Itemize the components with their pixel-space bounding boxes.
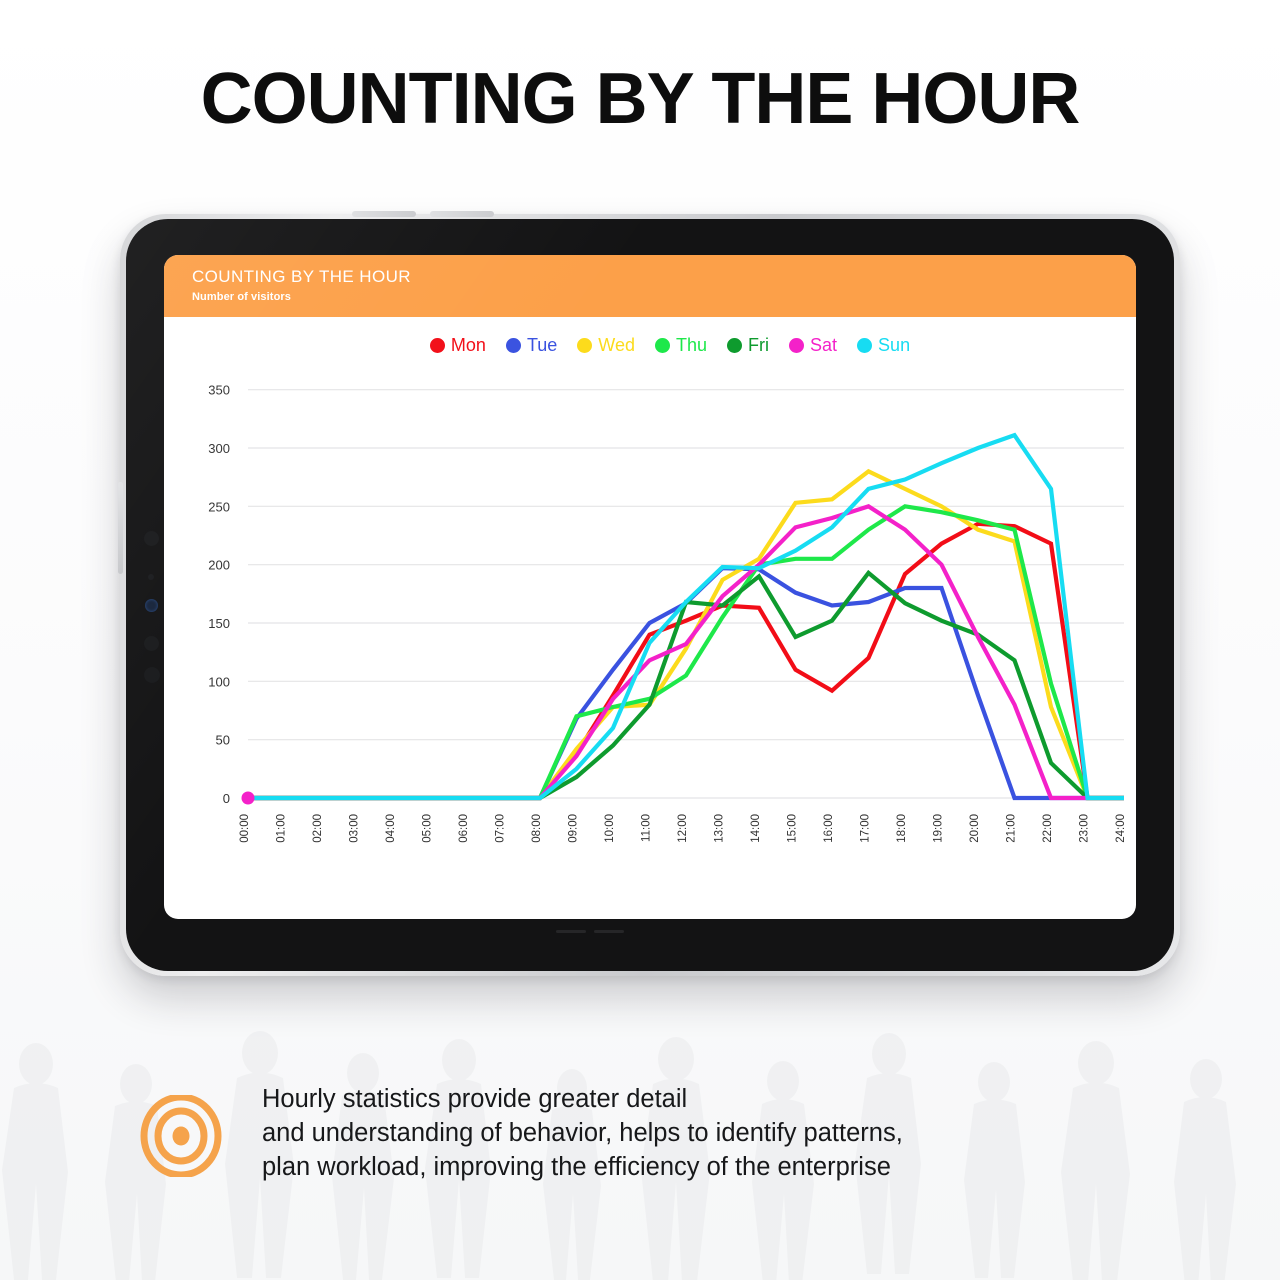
legend-item-fri[interactable]: Fri: [727, 335, 769, 356]
proximity-sensor-icon: [144, 667, 160, 683]
x-axis-tick-label: 06:00: [458, 814, 470, 843]
y-axis-tick-label: 350: [208, 383, 230, 398]
x-axis-tick-label: 09:00: [568, 814, 580, 843]
tablet-screen: COUNTING BY THE HOUR Number of visitors …: [164, 255, 1136, 919]
ambient-sensor-icon: [148, 574, 154, 580]
x-axis-tick-label: 04:00: [385, 814, 397, 843]
legend-item-label: Wed: [598, 335, 635, 355]
footer-caption: Hourly statistics provide greater detail…: [262, 1085, 903, 1181]
legend-item-label: Thu: [675, 335, 708, 355]
tablet-volume-down-button[interactable]: [430, 211, 494, 217]
x-axis-tick-label: 00:00: [239, 814, 251, 843]
target-bullseye-icon: [140, 1095, 222, 1177]
x-axis-tick-label: 19:00: [933, 814, 945, 843]
legend-swatch-icon: [577, 338, 593, 353]
x-axis-tick-label: 20:00: [969, 814, 981, 843]
depth-sensor-icon: [144, 636, 159, 651]
chart-legend: Mon Tue Wed Thu Fri Sat Sun: [164, 317, 1136, 356]
chart-card-header: COUNTING BY THE HOUR Number of visitors: [164, 255, 1136, 317]
x-axis-tick-label: 23:00: [1079, 814, 1091, 843]
tablet-device: COUNTING BY THE HOUR Number of visitors …: [118, 211, 1180, 976]
legend-item-label: Tue: [526, 335, 558, 355]
legend-swatch-icon: [429, 338, 445, 353]
x-axis-tick-label: 11:00: [641, 814, 653, 842]
x-axis-tick-label: 17:00: [860, 814, 872, 843]
x-axis-tick-label: 24:00: [1115, 814, 1127, 843]
legend-swatch-icon: [789, 338, 805, 353]
page-title: COUNTING BY THE HOUR: [200, 59, 1081, 139]
front-camera-icon: [144, 531, 159, 546]
chart-plot-area: 0 50 100 150 200 250 300 350 00:00 01:00 02:00 03:0…: [164, 356, 1136, 916]
series-line-sun[interactable]: [248, 432, 1124, 801]
legend-item-sun[interactable]: Sun: [857, 335, 910, 356]
legend-item-label: Fri: [748, 335, 770, 355]
x-axis-tick-label: 10:00: [604, 814, 616, 843]
speaker-grille-right-icon: [594, 930, 624, 933]
legend-item-thu[interactable]: Thu: [654, 335, 708, 356]
y-axis-tick-label: 300: [208, 441, 230, 456]
legend-swatch-icon: [727, 338, 743, 353]
tablet-volume-up-button[interactable]: [352, 211, 416, 217]
y-axis-tick-label: 250: [208, 499, 230, 514]
chart-card-subtitle: Number of visitors: [192, 291, 291, 303]
series-line-fri[interactable]: [248, 569, 1124, 801]
y-axis-tick-label: 100: [208, 674, 230, 689]
legend-swatch-icon: [654, 338, 670, 353]
y-axis-tick-label: 50: [216, 733, 230, 748]
speaker-grille-left-icon: [556, 930, 586, 933]
camera-lens-icon: [145, 599, 158, 612]
legend-item-label: Sun: [878, 335, 911, 355]
tablet-side-button[interactable]: [118, 482, 123, 574]
y-axis-tick-label: 150: [208, 616, 230, 631]
x-axis-tick-label: 08:00: [531, 814, 543, 843]
x-axis-tick-label: 15:00: [787, 814, 799, 843]
x-axis-tick-label: 07:00: [495, 814, 507, 843]
x-axis-tick-label: 18:00: [896, 814, 908, 843]
legend-item-label: Sat: [810, 335, 838, 355]
series-line-wed[interactable]: [248, 468, 1124, 801]
legend-item-tue[interactable]: Tue: [505, 335, 558, 356]
x-axis-tick-label: 12:00: [677, 814, 689, 843]
legend-swatch-icon: [505, 338, 521, 353]
y-axis-tick-label: 200: [208, 558, 230, 573]
legend-item-sat[interactable]: Sat: [789, 335, 837, 356]
chart-card-title: COUNTING BY THE HOUR: [192, 267, 411, 286]
y-axis-tick-label: 0: [223, 791, 230, 806]
x-axis-tick-label: 05:00: [422, 814, 434, 843]
tablet-bezel: COUNTING BY THE HOUR Number of visitors …: [126, 219, 1174, 971]
legend-item-label: Mon: [450, 335, 486, 355]
legend-item-mon[interactable]: Mon: [429, 335, 486, 356]
x-axis-tick-label: 13:00: [714, 814, 726, 843]
legend-swatch-icon: [857, 338, 873, 353]
poster-root: COUNTING BY THE HOUR COUNTING BY THE HOU…: [0, 0, 1280, 1280]
x-axis-tick-label: 01:00: [276, 814, 288, 843]
x-axis-tick-label: 02:00: [312, 814, 324, 843]
x-axis-tick-label: 03:00: [349, 814, 361, 843]
x-axis-tick-label: 16:00: [823, 814, 835, 843]
x-axis-tick-label: 21:00: [1006, 814, 1018, 843]
x-axis-tick-label: 22:00: [1042, 814, 1054, 843]
x-axis-tick-label: 14:00: [750, 814, 762, 843]
line-chart: 0 50 100 150 200 250 300 350 00:00 01:00 02:00 03:0…: [208, 383, 1127, 843]
legend-item-wed[interactable]: Wed: [577, 335, 635, 356]
series-start-marker-sat: [241, 791, 255, 805]
